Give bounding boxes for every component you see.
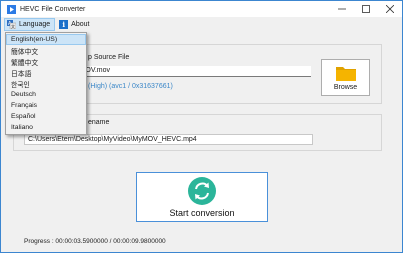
codec-info: (High) (avc1 / 0x31637661) [88,83,173,90]
app-icon [6,4,16,14]
language-option[interactable]: Español [6,111,86,122]
start-conversion-button[interactable]: Start conversion [136,172,268,222]
language-option[interactable]: 한국인 [6,78,86,89]
language-option[interactable]: Italiano [6,122,86,133]
svg-text:文: 文 [11,23,15,29]
close-button[interactable] [378,1,402,17]
window-title: HEVC File Converter [20,5,86,13]
menu-about[interactable]: i About [57,18,93,31]
browse-label: Browse [333,84,358,91]
minimize-button[interactable] [330,1,354,17]
menu-about-label: About [71,21,90,28]
language-option[interactable]: Français [6,100,86,111]
folder-icon [335,67,356,81]
source-file-label: p Source File [88,54,130,61]
menu-language[interactable]: A文 Language [4,18,56,31]
output-path-field[interactable]: C:\Users\Etern\Desktop\MyVideo\MyMOV_HEV… [24,134,313,145]
menu-bar: A文 Language i About [1,17,402,32]
convert-icon [188,176,216,205]
language-option[interactable]: 簡体中文 [6,45,86,56]
language-icon: A文 [7,20,16,29]
browse-button[interactable]: Browse [321,59,370,96]
language-option[interactable]: Deutsch [6,89,86,100]
start-conversion-label: Start conversion [169,207,235,218]
output-filename-label: ename [88,119,110,126]
title-bar[interactable]: HEVC File Converter [1,1,402,17]
language-option[interactable]: English(en-US) [6,34,86,45]
menu-language-label: Language [19,21,51,28]
language-option[interactable]: 繁體中文 [6,56,86,67]
window-controls [330,1,402,17]
maximize-button[interactable] [354,1,378,17]
app-window: HEVC File Converter A文 Language i About … [0,0,403,253]
language-dropdown: English(en-US) 簡体中文 繁體中文 日本語 한국인 Deutsch… [5,32,87,135]
info-icon: i [59,20,69,29]
progress-text: Progress : 00:00:03.5900000 / 00:00:09.9… [24,238,166,245]
language-option[interactable]: 日本語 [6,67,86,78]
